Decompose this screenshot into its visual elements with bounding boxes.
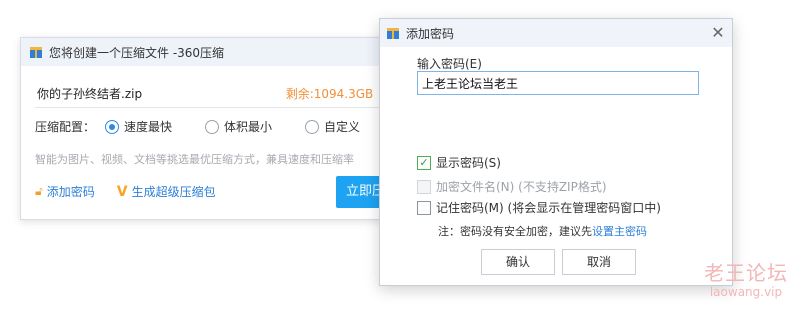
add-password-link[interactable]: 添加密码 bbox=[47, 183, 95, 200]
watermark: 老王论坛 laowang.vip bbox=[700, 262, 792, 300]
zip-actions: 🔓︎ 添加密码 V 生成超级压缩包 bbox=[35, 183, 216, 200]
super-zip-link[interactable]: 生成超级压缩包 bbox=[132, 183, 216, 200]
zip-app-icon bbox=[386, 26, 400, 40]
zip-config-row: 压缩配置： 速度最快 体积最小 自定义 bbox=[35, 118, 393, 135]
remember-password-label: 记住密码(M) (将会显示在管理密码窗口中) bbox=[436, 201, 661, 215]
radio-button[interactable] bbox=[305, 119, 320, 134]
password-input[interactable] bbox=[417, 71, 699, 95]
dialog-titlebar: 添加密码 ✕ bbox=[380, 19, 732, 47]
cancel-button[interactable]: 取消 bbox=[562, 249, 636, 275]
add-password-dialog: 添加密码 ✕ 输入密码(E) ✓ 显示密码(S) 加密文件名(N) (不支持ZI… bbox=[379, 18, 733, 286]
radio-custom[interactable]: 自定义 bbox=[305, 118, 360, 135]
radio-fastest[interactable]: 速度最快 bbox=[105, 118, 172, 135]
security-note: 注：密码没有安全加密，建议先设置主密码 bbox=[438, 223, 647, 239]
close-icon[interactable]: ✕ bbox=[704, 19, 732, 47]
checkbox[interactable] bbox=[417, 200, 431, 215]
watermark-sub: laowang.vip bbox=[709, 285, 783, 299]
remember-password-option[interactable]: 记住密码(M) (将会显示在管理密码窗口中) bbox=[417, 199, 661, 216]
watermark-main: 老王论坛 bbox=[704, 261, 788, 285]
radio-smallest[interactable]: 体积最小 bbox=[205, 118, 272, 135]
zip-filename-row[interactable]: 你的子孙终结者.zip 剩余:1094.3GB ▼ bbox=[35, 80, 387, 108]
show-password-label: 显示密码(S) bbox=[436, 156, 501, 170]
zip-titlebar: 您将创建一个压缩文件 -360压缩 bbox=[21, 38, 399, 66]
zip-window: 您将创建一个压缩文件 -360压缩 你的子孙终结者.zip 剩余:1094.3G… bbox=[20, 37, 400, 220]
checkbox bbox=[417, 179, 431, 194]
ok-button[interactable]: 确认 bbox=[481, 249, 555, 275]
show-password-option[interactable]: ✓ 显示密码(S) bbox=[417, 154, 501, 171]
password-label: 输入密码(E) bbox=[417, 57, 482, 71]
zip-space-left: 剩余:1094.3GB bbox=[285, 87, 374, 101]
radio-button[interactable] bbox=[105, 119, 120, 134]
radio-label: 自定义 bbox=[324, 120, 361, 134]
check-icon[interactable]: ✓ bbox=[417, 155, 431, 170]
lock-icon: 🔓︎ bbox=[35, 184, 43, 198]
zip-app-icon bbox=[29, 45, 43, 59]
radio-label: 速度最快 bbox=[124, 120, 173, 134]
encrypt-filenames-option: 加密文件名(N) (不支持ZIP格式) bbox=[417, 178, 607, 195]
set-master-password-link[interactable]: 设置主密码 bbox=[592, 225, 647, 238]
radio-button[interactable] bbox=[205, 119, 220, 134]
dialog-title: 添加密码 bbox=[406, 26, 455, 41]
encrypt-filenames-label: 加密文件名(N) (不支持ZIP格式) bbox=[436, 180, 607, 194]
zip-config-label: 压缩配置： bbox=[35, 120, 96, 134]
zip-hint: 智能为图片、视频、文档等挑选最优压缩方式，兼具速度和压缩率 bbox=[35, 153, 354, 166]
note-text: 注：密码没有安全加密，建议先 bbox=[438, 225, 592, 238]
radio-label: 体积最小 bbox=[224, 120, 273, 134]
v-icon: V bbox=[116, 183, 128, 200]
zip-filename[interactable]: 你的子孙终结者.zip bbox=[35, 85, 286, 102]
zip-window-title: 您将创建一个压缩文件 -360压缩 bbox=[49, 45, 225, 60]
